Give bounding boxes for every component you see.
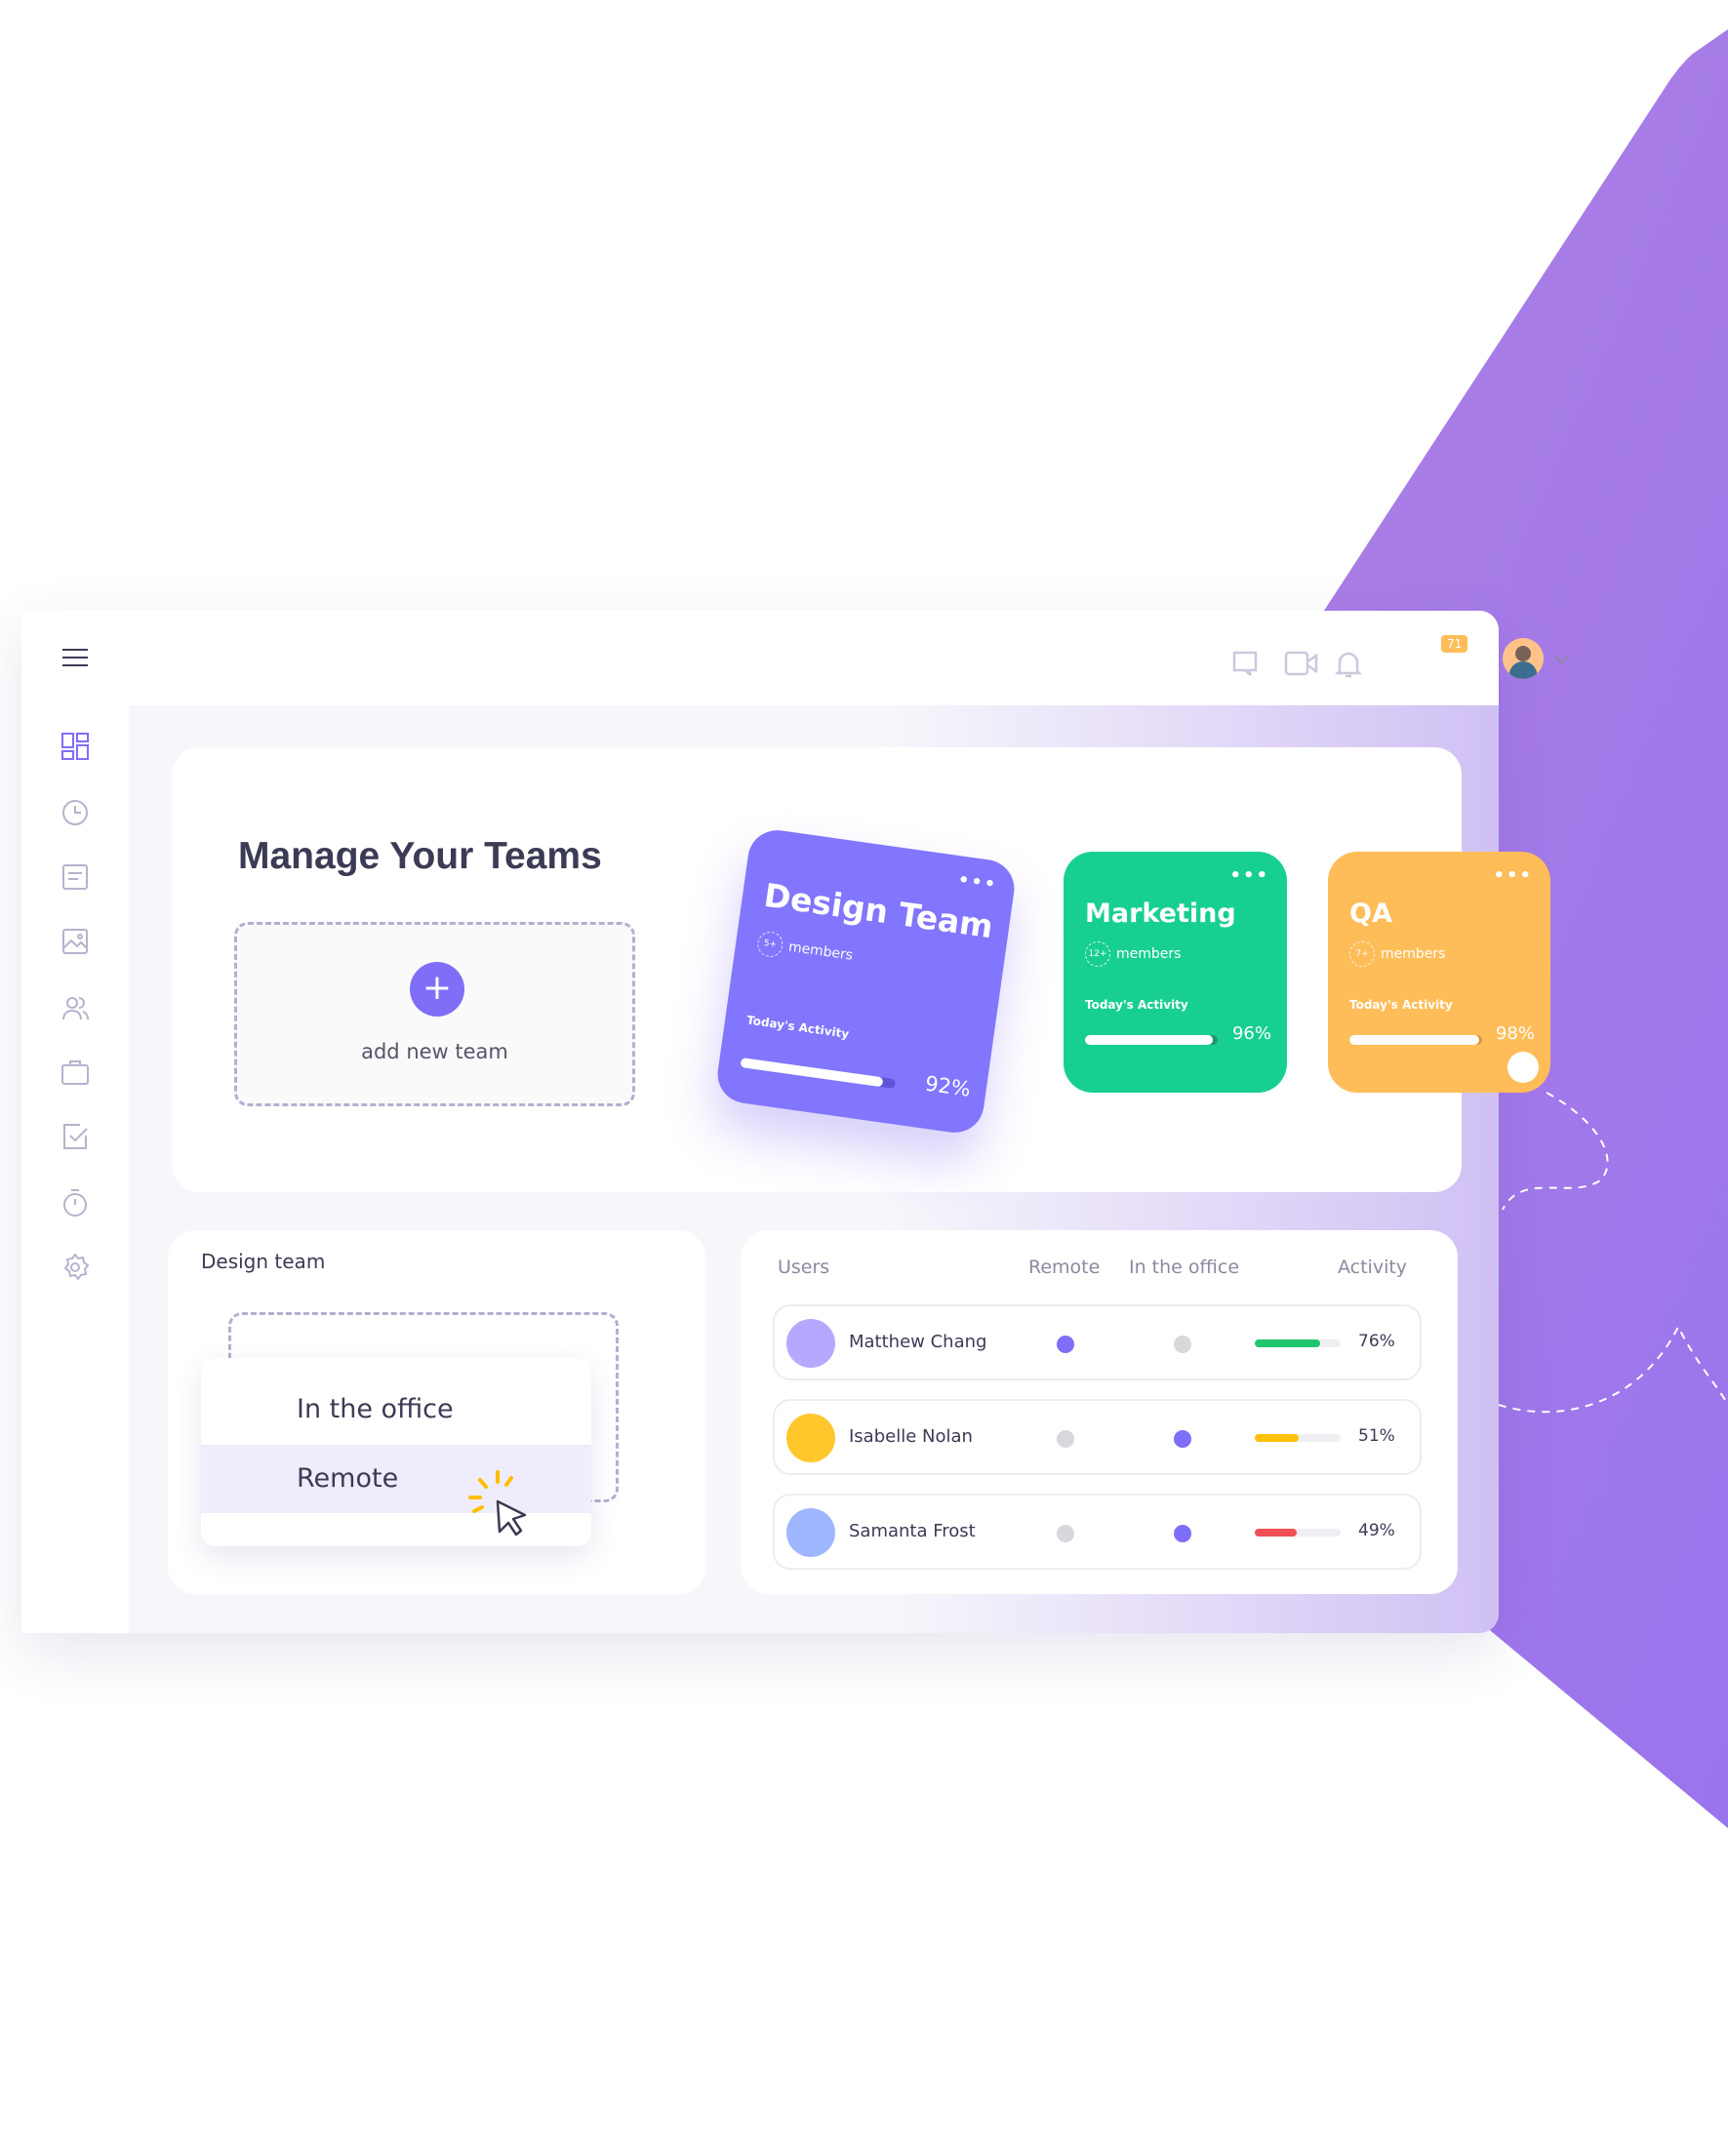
members-count: 5+ <box>755 930 785 959</box>
user-avatar <box>786 1414 835 1462</box>
activity-bar-fill <box>1255 1339 1320 1347</box>
users-icon[interactable] <box>60 993 90 1022</box>
activity-bar <box>1255 1339 1341 1347</box>
activity-bar-fill <box>1349 1035 1480 1045</box>
members-count: 7+ <box>1349 941 1375 967</box>
notification-badge: 71 <box>1441 635 1468 653</box>
activity-bar <box>1255 1529 1341 1537</box>
activity-bar-fill <box>1255 1434 1299 1442</box>
bell-icon[interactable] <box>1335 650 1362 679</box>
activity-percent: 98% <box>1495 1023 1535 1044</box>
members-label: members <box>1116 946 1182 962</box>
video-icon[interactable] <box>1284 650 1319 677</box>
team-card-marketing[interactable]: Marketing ••• 12+ members Today's Activit… <box>1064 852 1287 1093</box>
column-header-users: Users <box>778 1257 830 1278</box>
activity-percent: 49% <box>1358 1521 1395 1540</box>
top-header: 71 <box>129 611 1568 705</box>
team-members: 5+ members <box>755 930 855 968</box>
members-label: members <box>787 938 855 964</box>
team-card-design[interactable]: Design Team ••• 5+ members Today's Activi… <box>713 826 1019 1137</box>
members-label: members <box>1381 946 1446 962</box>
team-members: 7+ members <box>1349 941 1445 967</box>
team-members: 12+ members <box>1085 941 1181 967</box>
table-row[interactable]: Samanta Frost 49% <box>773 1494 1422 1570</box>
members-count: 12+ <box>1085 941 1110 967</box>
more-options-icon[interactable]: ••• <box>956 869 998 895</box>
document-icon[interactable] <box>60 862 90 892</box>
activity-percent: 92% <box>923 1071 973 1101</box>
remote-status-dot[interactable] <box>1057 1336 1074 1353</box>
add-new-team-button[interactable]: + add new team <box>234 922 635 1106</box>
more-options-icon[interactable]: ••• <box>1493 865 1533 886</box>
column-header-remote: Remote <box>1028 1257 1101 1278</box>
menu-item-in-office[interactable]: In the office <box>201 1376 591 1444</box>
add-new-team-label: add new team <box>361 1040 508 1063</box>
remote-status-dot[interactable] <box>1057 1430 1074 1448</box>
dashboard-icon[interactable] <box>60 732 90 761</box>
activity-label: Today's Activity <box>1085 998 1188 1012</box>
chevron-down-icon[interactable] <box>1553 655 1569 664</box>
team-card-qa[interactable]: QA ••• 7+ members Today's Activity 98% <box>1328 852 1550 1093</box>
table-row[interactable]: Matthew Chang 76% <box>773 1304 1422 1380</box>
user-avatar[interactable] <box>1503 638 1544 679</box>
drag-handle[interactable] <box>1507 1052 1539 1083</box>
remote-status-dot[interactable] <box>1057 1525 1074 1542</box>
activity-bar-fill <box>1255 1529 1298 1537</box>
office-status-dot[interactable] <box>1174 1336 1191 1353</box>
activity-bar-fill <box>740 1058 884 1088</box>
office-status-dot[interactable] <box>1174 1525 1191 1542</box>
more-options-icon[interactable]: ••• <box>1229 865 1269 886</box>
activity-bar <box>1255 1434 1341 1442</box>
activity-bar <box>1349 1035 1482 1045</box>
activity-label: Today's Activity <box>1349 998 1453 1012</box>
user-avatar <box>786 1319 835 1368</box>
image-icon[interactable] <box>60 927 90 956</box>
activity-bar <box>740 1058 897 1090</box>
user-name: Matthew Chang <box>849 1332 987 1352</box>
chat-icon[interactable] <box>1231 650 1259 677</box>
page-title: Manage Your Teams <box>238 835 602 877</box>
activity-bar-fill <box>1085 1035 1213 1045</box>
cursor-icon <box>468 1470 527 1537</box>
office-status-dot[interactable] <box>1174 1430 1191 1448</box>
hamburger-menu-icon[interactable] <box>60 643 90 672</box>
user-name: Samanta Frost <box>849 1521 976 1541</box>
user-avatar <box>786 1508 835 1557</box>
settings-gear-icon[interactable] <box>60 1253 90 1282</box>
activity-percent: 96% <box>1231 1023 1271 1044</box>
activity-bar <box>1085 1035 1218 1045</box>
team-name: QA <box>1349 898 1392 929</box>
user-name: Isabelle Nolan <box>849 1426 973 1447</box>
team-name: Marketing <box>1085 898 1236 929</box>
task-check-icon[interactable] <box>60 1122 90 1151</box>
activity-label: Today's Activity <box>745 1013 850 1042</box>
clock-icon[interactable] <box>60 798 90 827</box>
stopwatch-icon[interactable] <box>60 1188 90 1218</box>
table-row[interactable]: Isabelle Nolan 51% <box>773 1399 1422 1475</box>
briefcase-icon[interactable] <box>60 1058 90 1087</box>
activity-percent: 51% <box>1358 1426 1395 1446</box>
column-header-office: In the office <box>1129 1257 1240 1278</box>
column-header-activity: Activity <box>1338 1257 1408 1278</box>
panel-title: Design team <box>201 1250 326 1273</box>
sidebar <box>21 611 129 1633</box>
plus-icon: + <box>410 962 464 1017</box>
activity-percent: 76% <box>1358 1332 1395 1351</box>
